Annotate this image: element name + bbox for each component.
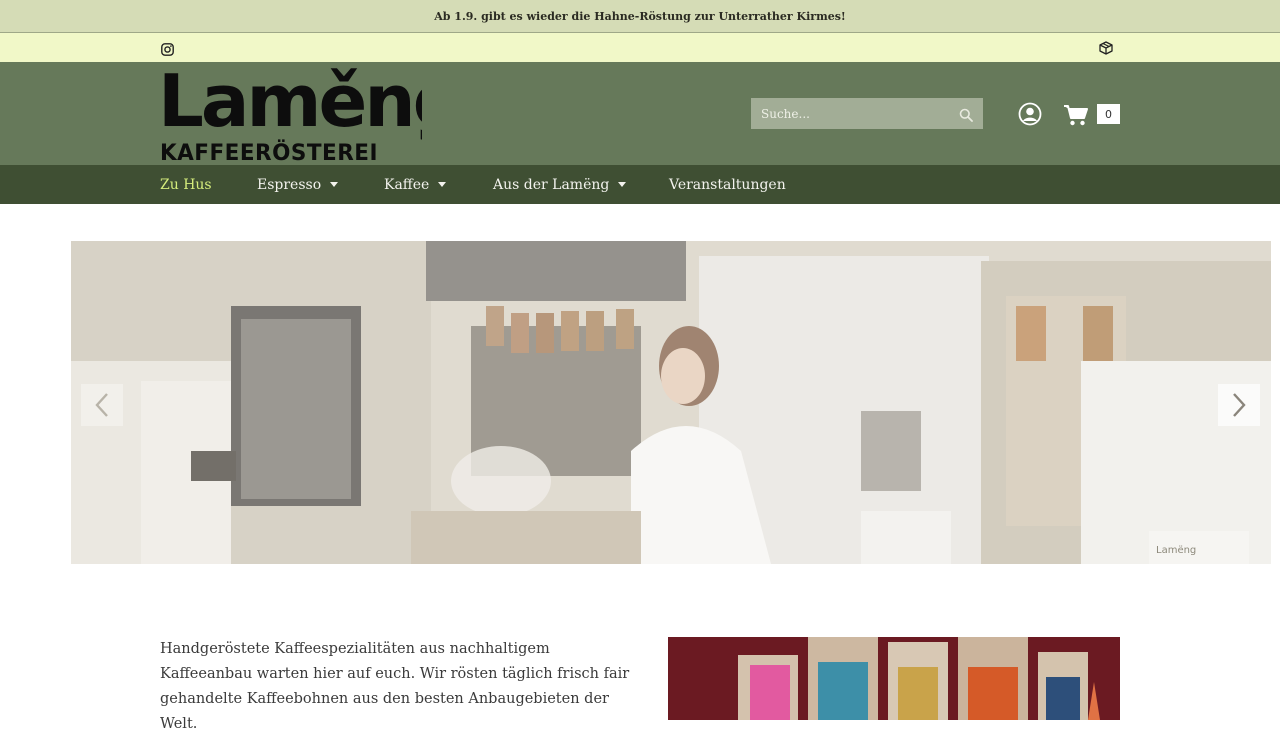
instagram-icon[interactable] xyxy=(161,41,174,56)
search-box xyxy=(751,98,983,129)
nav-label: Espresso xyxy=(257,176,322,193)
search-icon[interactable] xyxy=(959,107,973,122)
search-input[interactable] xyxy=(751,98,959,129)
cart-count-badge[interactable]: 0 xyxy=(1097,104,1120,124)
chevron-down-icon xyxy=(330,182,339,187)
nav-label: Veranstaltungen xyxy=(669,176,786,193)
chevron-left-icon[interactable] xyxy=(81,384,123,426)
chevron-down-icon xyxy=(438,182,447,187)
chevron-right-icon[interactable] xyxy=(1218,384,1260,426)
nav-label: Kaffee xyxy=(384,176,430,193)
social-bar xyxy=(0,33,1280,62)
site-header: Laměng KAFFEERÖSTEREI 0 xyxy=(0,62,1280,165)
nav-label: Zu Hus xyxy=(160,176,212,193)
announcement-bar: Ab 1.9. gibt es wieder die Hahne-Röstung… xyxy=(0,0,1280,33)
package-icon[interactable] xyxy=(1099,40,1113,55)
main-nav: Zu Hus Espresso Kaffee Aus der Lamëng Ve… xyxy=(0,165,1280,204)
brand-tagline: KAFFEERÖSTEREI xyxy=(160,140,378,162)
intro-text: Handgeröstete Kaffeespezialitäten aus na… xyxy=(160,641,630,732)
nav-item-espresso[interactable]: Espresso xyxy=(257,165,339,204)
coffee-bags-image xyxy=(668,637,1120,720)
brand-name: Laměng xyxy=(160,66,422,143)
chevron-down-icon xyxy=(618,182,627,187)
nav-item-zu-hus[interactable]: Zu Hus xyxy=(160,165,212,204)
nav-item-aus-der-lameng[interactable]: Aus der Lamëng xyxy=(493,165,627,204)
user-circle-icon[interactable] xyxy=(1018,102,1042,126)
cart-icon[interactable] xyxy=(1063,103,1089,127)
hero-slider-image: Lamëng xyxy=(71,241,1271,564)
nav-label: Aus der Lamëng xyxy=(493,176,610,193)
nav-item-veranstaltungen[interactable]: Veranstaltungen xyxy=(669,165,786,204)
announcement-text: Ab 1.9. gibt es wieder die Hahne-Röstung… xyxy=(434,9,846,23)
brand-logo[interactable]: Laměng KAFFEERÖSTEREI xyxy=(160,66,422,162)
nav-item-kaffee[interactable]: Kaffee xyxy=(384,165,447,204)
